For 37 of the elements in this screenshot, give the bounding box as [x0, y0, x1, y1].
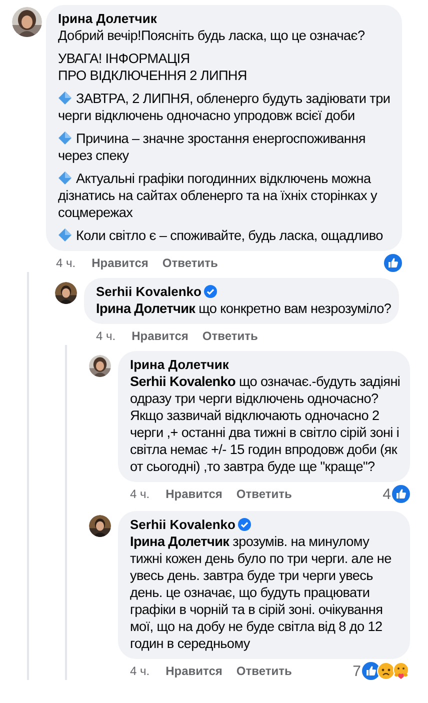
reaction-count[interactable]: 7 — [352, 662, 361, 680]
verified-badge-icon — [204, 285, 218, 298]
sad-face-icon[interactable] — [377, 662, 395, 680]
diamond-icon — [58, 228, 72, 242]
diamond-icon — [58, 91, 72, 105]
like-link[interactable]: Нравится — [92, 256, 148, 270]
comment-text: УВАГА! ІНФОРМАЦІЯ ПРО ВІДКЛЮЧЕННЯ 2 ЛИПНЯ — [58, 50, 248, 84]
author-name[interactable]: Ірина Долетчик — [130, 357, 402, 373]
bullet-paragraph: Коли світло є – споживайте, будь ласка, ощадливо — [58, 227, 394, 244]
reply-link[interactable]: Ответить — [162, 256, 218, 270]
author-name[interactable]: Ірина Долетчик — [58, 11, 394, 27]
reply-link[interactable]: Ответить — [202, 329, 258, 343]
author-name[interactable]: Serhii Kovalenko — [96, 284, 392, 300]
diamond-icon — [58, 171, 72, 185]
thumbs-up-icon[interactable] — [384, 254, 402, 272]
reaction-count[interactable]: 4 — [382, 486, 391, 502]
like-link[interactable]: Нравится — [166, 664, 222, 678]
hugging-face-icon[interactable] — [392, 662, 410, 680]
reply-link[interactable]: Ответить — [236, 487, 292, 501]
like-link[interactable]: Нравится — [166, 487, 222, 501]
comment-text: Ірина Долетчик що конкретно вам незрозуміло? — [96, 300, 392, 317]
timestamp[interactable]: 4 ч. — [130, 487, 150, 501]
timestamp[interactable]: 4 ч. — [130, 664, 150, 678]
verified-badge-icon — [238, 518, 252, 531]
timestamp[interactable]: 4 ч. — [96, 329, 116, 343]
thumbs-up-icon[interactable] — [392, 485, 410, 503]
bullet-paragraph: Причина – значне зростання енергоспоживання через спеку — [58, 130, 366, 164]
like-link[interactable]: Нравится — [132, 329, 188, 343]
timestamp[interactable]: 4 ч. — [56, 256, 76, 270]
bullet-paragraph: ЗАВТРА, 2 ЛИПНЯ, обленерго будуть задіювати три черги відключень одночасно упродовж всієї доби — [58, 90, 392, 124]
comment-text: Добрий вечір!Поясніть будь ласка, що це означає? — [58, 27, 366, 44]
comment-text: Serhii Kovalenko що означає.-будуть задіяні одразу три черги відключень одночасно? Якщо зазвичай відключають одночасно 2 черги ,+ останні два тижні в світло сірій зоні і світла немає +/- 15 годин впродовж доби (як от сьогодні) ,то завтра буде ще "краще"? — [130, 373, 402, 475]
reply-link[interactable]: Ответить — [236, 664, 292, 678]
diamond-icon — [58, 131, 72, 145]
comment-text: Ірина Долетчик зрозумів. на минулому тижні кожен день було по три черги. але не увесь день. завтра буде три черги увесь день. це означає, що будуть працювати графіки в чорній та в сірій зоні. очікування мої, що на добу не буде світла від 8 до 12 годин в середньому — [130, 533, 392, 652]
author-name[interactable]: Serhii Kovalenko — [130, 517, 402, 533]
bullet-paragraph: Актуальні графіки погодинних відключень можна дізнатись на сайтах обленерго та на їхніх сторінках у соцмережах — [58, 170, 378, 221]
